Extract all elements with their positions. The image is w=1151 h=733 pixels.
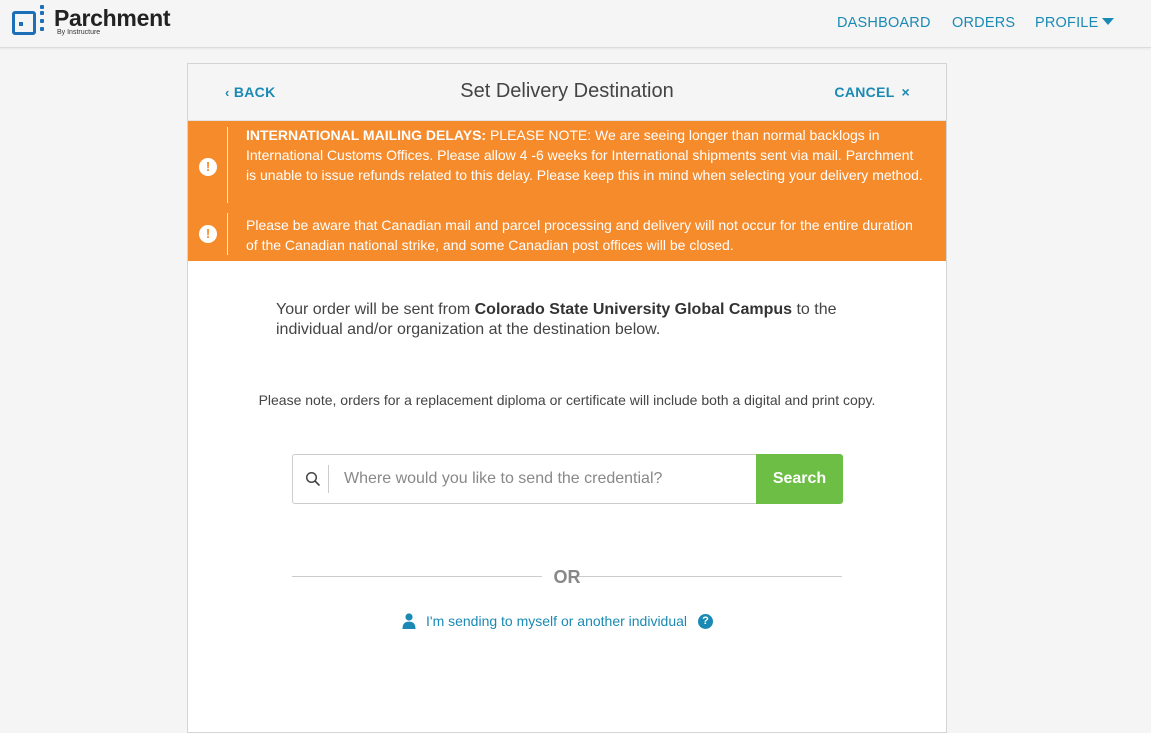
destination-search: Search: [292, 454, 843, 504]
delivery-destination-card: ‹ BACK Set Delivery Destination CANCEL ×…: [187, 63, 947, 733]
exclamation-icon: !: [199, 225, 217, 243]
send-to-individual-label: I'm sending to myself or another individ…: [426, 613, 688, 629]
alert-canadian-strike: ! Please be aware that Canadian mail and…: [188, 207, 946, 261]
intro-before: Your order will be sent from: [276, 301, 475, 318]
card-header: ‹ BACK Set Delivery Destination CANCEL ×: [188, 64, 946, 121]
parchment-logo-icon: [12, 5, 48, 37]
brand-name: Parchment: [54, 5, 171, 31]
close-icon: ×: [901, 84, 910, 100]
replacement-note: Please note, orders for a replacement di…: [258, 392, 876, 408]
search-divider: [328, 465, 329, 493]
search-button[interactable]: Search: [756, 454, 843, 504]
alert-text: Please be aware that Canadian mail and p…: [246, 215, 926, 255]
nav-profile-label: PROFILE: [1035, 15, 1099, 31]
intro-text: Your order will be sent from Colorado St…: [276, 300, 876, 340]
alert-international-mailing: ! INTERNATIONAL MAILING DELAYS: PLEASE N…: [188, 121, 946, 207]
top-navigation-bar: Parchment By Instructure DASHBOARD ORDER…: [0, 0, 1151, 48]
send-to-individual-link[interactable]: I'm sending to myself or another individ…: [402, 613, 714, 629]
cancel-button[interactable]: CANCEL ×: [834, 84, 910, 100]
search-icon: [305, 471, 320, 486]
alert-divider: [227, 213, 228, 255]
caret-down-icon: [1102, 18, 1115, 25]
page-title: Set Delivery Destination: [460, 80, 674, 102]
person-icon: [402, 613, 416, 629]
help-icon[interactable]: ?: [698, 613, 714, 629]
institution-name: Colorado State University Global Campus: [474, 301, 793, 318]
nav-orders-link[interactable]: ORDERS: [952, 15, 1015, 31]
search-field-box: [292, 454, 756, 504]
alert-text: INTERNATIONAL MAILING DELAYS: PLEASE NOT…: [246, 125, 926, 185]
or-separator: OR: [553, 567, 581, 587]
exclamation-icon: !: [199, 158, 217, 176]
cancel-label: CANCEL: [834, 84, 895, 100]
alert-body: Please be aware that Canadian mail and p…: [246, 217, 913, 253]
alert-heading: INTERNATIONAL MAILING DELAYS:: [246, 127, 487, 143]
alert-banner: ! INTERNATIONAL MAILING DELAYS: PLEASE N…: [188, 121, 946, 261]
alert-divider: [227, 127, 228, 203]
destination-search-input[interactable]: [333, 455, 753, 503]
parchment-logo[interactable]: Parchment By Instructure: [12, 5, 171, 37]
nav-profile-menu[interactable]: PROFILE: [1035, 15, 1115, 31]
or-divider-right: [579, 576, 842, 577]
nav-dashboard-link[interactable]: DASHBOARD: [837, 15, 931, 31]
